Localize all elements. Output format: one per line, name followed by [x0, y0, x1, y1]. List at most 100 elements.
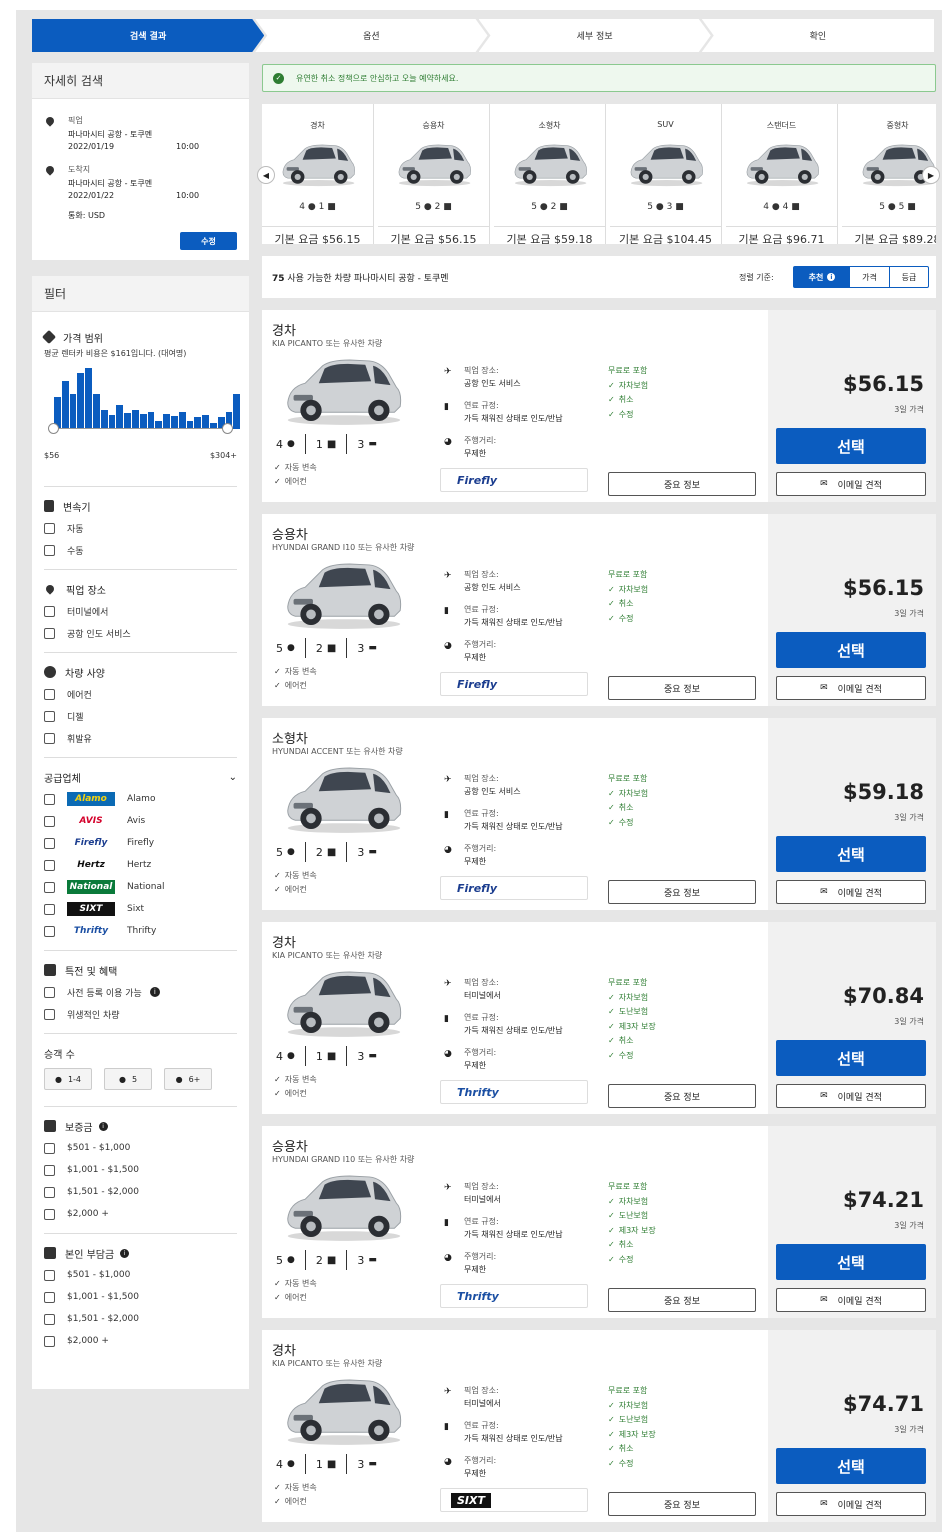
- car-category: 경차: [272, 936, 296, 951]
- step-details[interactable]: 세부 정보: [479, 19, 711, 52]
- checkbox[interactable]: [44, 925, 55, 937]
- select-button[interactable]: 선택: [776, 1448, 926, 1484]
- filter-excess-2[interactable]: $1,001 - $1,500: [44, 1286, 237, 1308]
- checkbox[interactable]: [44, 859, 55, 871]
- result-card: 경차 KIA PICANTO 또는 유사한 차량 4 ● 1 ■ 3 ▬ ✓ 자동 변속…: [262, 310, 936, 502]
- checkbox[interactable]: [44, 1291, 55, 1303]
- category-tile[interactable]: 소형차 5 ● 2 ■ 기본 요금 $59.18: [494, 104, 606, 244]
- checkbox[interactable]: [44, 903, 55, 915]
- sort-recommended[interactable]: 추천 i: [794, 267, 850, 287]
- checkbox[interactable]: [44, 1008, 55, 1020]
- filter-excess-1[interactable]: $501 - $1,000: [44, 1264, 237, 1286]
- checkbox[interactable]: [44, 627, 55, 639]
- category-tile[interactable]: SUV 5 ● 3 ■ 기본 요금 $104.45: [610, 104, 722, 244]
- carousel-next-button[interactable]: ▶: [922, 166, 940, 184]
- checkbox[interactable]: [44, 710, 55, 722]
- checkbox[interactable]: [44, 1142, 55, 1154]
- email-quote-button[interactable]: ✉ 이메일 견적: [776, 1084, 926, 1108]
- checkbox[interactable]: [44, 522, 55, 534]
- checkbox[interactable]: [44, 815, 55, 827]
- email-quote-button[interactable]: ✉ 이메일 견적: [776, 472, 926, 496]
- important-info-button[interactable]: 중요 정보: [608, 472, 756, 496]
- select-button[interactable]: 선택: [776, 836, 926, 872]
- filter-manual[interactable]: 수동: [44, 539, 237, 561]
- filter-airport-delivery[interactable]: 공항 인도 서비스: [44, 622, 237, 644]
- checkbox[interactable]: [44, 793, 55, 805]
- category-tile[interactable]: 경차 4 ● 1 ■ 기본 요금 $56.15: [262, 104, 374, 244]
- info-icon[interactable]: i: [149, 987, 160, 997]
- filter-deposit-1[interactable]: $501 - $1,000: [44, 1137, 237, 1159]
- filter-deposit-3[interactable]: $1,501 - $2,000: [44, 1181, 237, 1203]
- speedometer-icon: ◕: [444, 1253, 452, 1263]
- important-info-button[interactable]: 중요 정보: [608, 880, 756, 904]
- filter-excess-3[interactable]: $1,501 - $2,000: [44, 1308, 237, 1330]
- checkbox[interactable]: [44, 688, 55, 700]
- filter-diesel[interactable]: 디젤: [44, 705, 237, 727]
- important-info-button[interactable]: 중요 정보: [608, 1288, 756, 1312]
- checkbox[interactable]: [44, 1208, 55, 1220]
- checkbox[interactable]: [44, 1313, 55, 1325]
- filter-terminal[interactable]: 터미널에서: [44, 600, 237, 622]
- checkbox[interactable]: [44, 732, 55, 744]
- filter-precheckin[interactable]: 사전 등록 이용 가능 i: [44, 981, 237, 1003]
- plane-icon: ✈: [444, 775, 452, 785]
- checkbox[interactable]: [44, 1186, 55, 1198]
- price: $56.15: [842, 576, 924, 600]
- info-icon[interactable]: i: [98, 1121, 108, 1131]
- filter-supplier-sixt[interactable]: SIXT Sixt: [44, 898, 237, 920]
- email-quote-button[interactable]: ✉ 이메일 견적: [776, 1492, 926, 1516]
- chevron-down-icon[interactable]: ⌄: [229, 772, 237, 783]
- sort-class[interactable]: 등급: [890, 267, 928, 287]
- filter-sanitized[interactable]: 위생적인 차량: [44, 1003, 237, 1025]
- sort-price[interactable]: 가격: [850, 267, 890, 287]
- filter-supplier-firefly[interactable]: Firefly Firefly: [44, 832, 237, 854]
- checkbox[interactable]: [44, 1164, 55, 1176]
- door-icon: ▬: [368, 1255, 377, 1265]
- filter-supplier-national[interactable]: National National: [44, 876, 237, 898]
- checkbox[interactable]: [44, 1269, 55, 1281]
- filter-automatic[interactable]: 자동: [44, 517, 237, 539]
- category-tile[interactable]: 승용차 5 ● 2 ■ 기본 요금 $56.15: [378, 104, 490, 244]
- passengers-5-button[interactable]: ● 5: [104, 1068, 152, 1090]
- email-quote-button[interactable]: ✉ 이메일 견적: [776, 676, 926, 700]
- filter-supplier-thrifty[interactable]: Thrifty Thrifty: [44, 920, 237, 942]
- email-quote-button[interactable]: ✉ 이메일 견적: [776, 1288, 926, 1312]
- step-search-results[interactable]: 검색 결과: [32, 19, 264, 52]
- filter-excess-4[interactable]: $2,000 +: [44, 1330, 237, 1352]
- suppliers-title[interactable]: 공급업체 ⌄: [44, 766, 237, 788]
- select-button[interactable]: 선택: [776, 632, 926, 668]
- checkbox[interactable]: [44, 1335, 55, 1347]
- important-info-button[interactable]: 중요 정보: [608, 1084, 756, 1108]
- checkbox[interactable]: [44, 544, 55, 556]
- carousel-prev-button[interactable]: ◀: [257, 166, 275, 184]
- select-button[interactable]: 선택: [776, 1244, 926, 1280]
- filter-supplier-hertz[interactable]: Hertz Hertz: [44, 854, 237, 876]
- category-tile[interactable]: 스탠더드 4 ● 4 ■ 기본 요금 $96.71: [726, 104, 838, 244]
- important-info-button[interactable]: 중요 정보: [608, 676, 756, 700]
- filter-supplier-avis[interactable]: AVIS Avis: [44, 810, 237, 832]
- filter-deposit-2[interactable]: $1,001 - $1,500: [44, 1159, 237, 1181]
- checkbox[interactable]: [44, 986, 55, 998]
- filter-deposit-4[interactable]: $2,000 +: [44, 1203, 237, 1225]
- checkbox[interactable]: [44, 881, 55, 893]
- step-options[interactable]: 옵션: [255, 19, 487, 52]
- passengers-6plus-button[interactable]: ● 6+: [164, 1068, 212, 1090]
- step-confirm[interactable]: 확인: [701, 19, 934, 52]
- select-button[interactable]: 선택: [776, 1040, 926, 1076]
- wallet-icon: [44, 1120, 56, 1132]
- select-button[interactable]: 선택: [776, 428, 926, 464]
- email-quote-button[interactable]: ✉ 이메일 견적: [776, 880, 926, 904]
- checkbox[interactable]: [44, 837, 55, 849]
- info-icon[interactable]: i: [120, 1248, 130, 1258]
- filter-aircon[interactable]: 에어컨: [44, 683, 237, 705]
- edit-search-button[interactable]: 수정: [180, 232, 237, 250]
- price-slider-min-handle[interactable]: [48, 423, 59, 434]
- filter-supplier-alamo[interactable]: Alamo Alamo: [44, 788, 237, 810]
- filter-petrol[interactable]: 휘발유: [44, 727, 237, 749]
- checkbox[interactable]: [44, 605, 55, 617]
- important-info-button[interactable]: 중요 정보: [608, 1492, 756, 1516]
- envelope-icon: ✉: [820, 683, 828, 693]
- person-icon: ●: [539, 202, 548, 212]
- price-slider-max-handle[interactable]: [222, 423, 233, 434]
- passengers-1-4-button[interactable]: ● 1-4: [44, 1068, 92, 1090]
